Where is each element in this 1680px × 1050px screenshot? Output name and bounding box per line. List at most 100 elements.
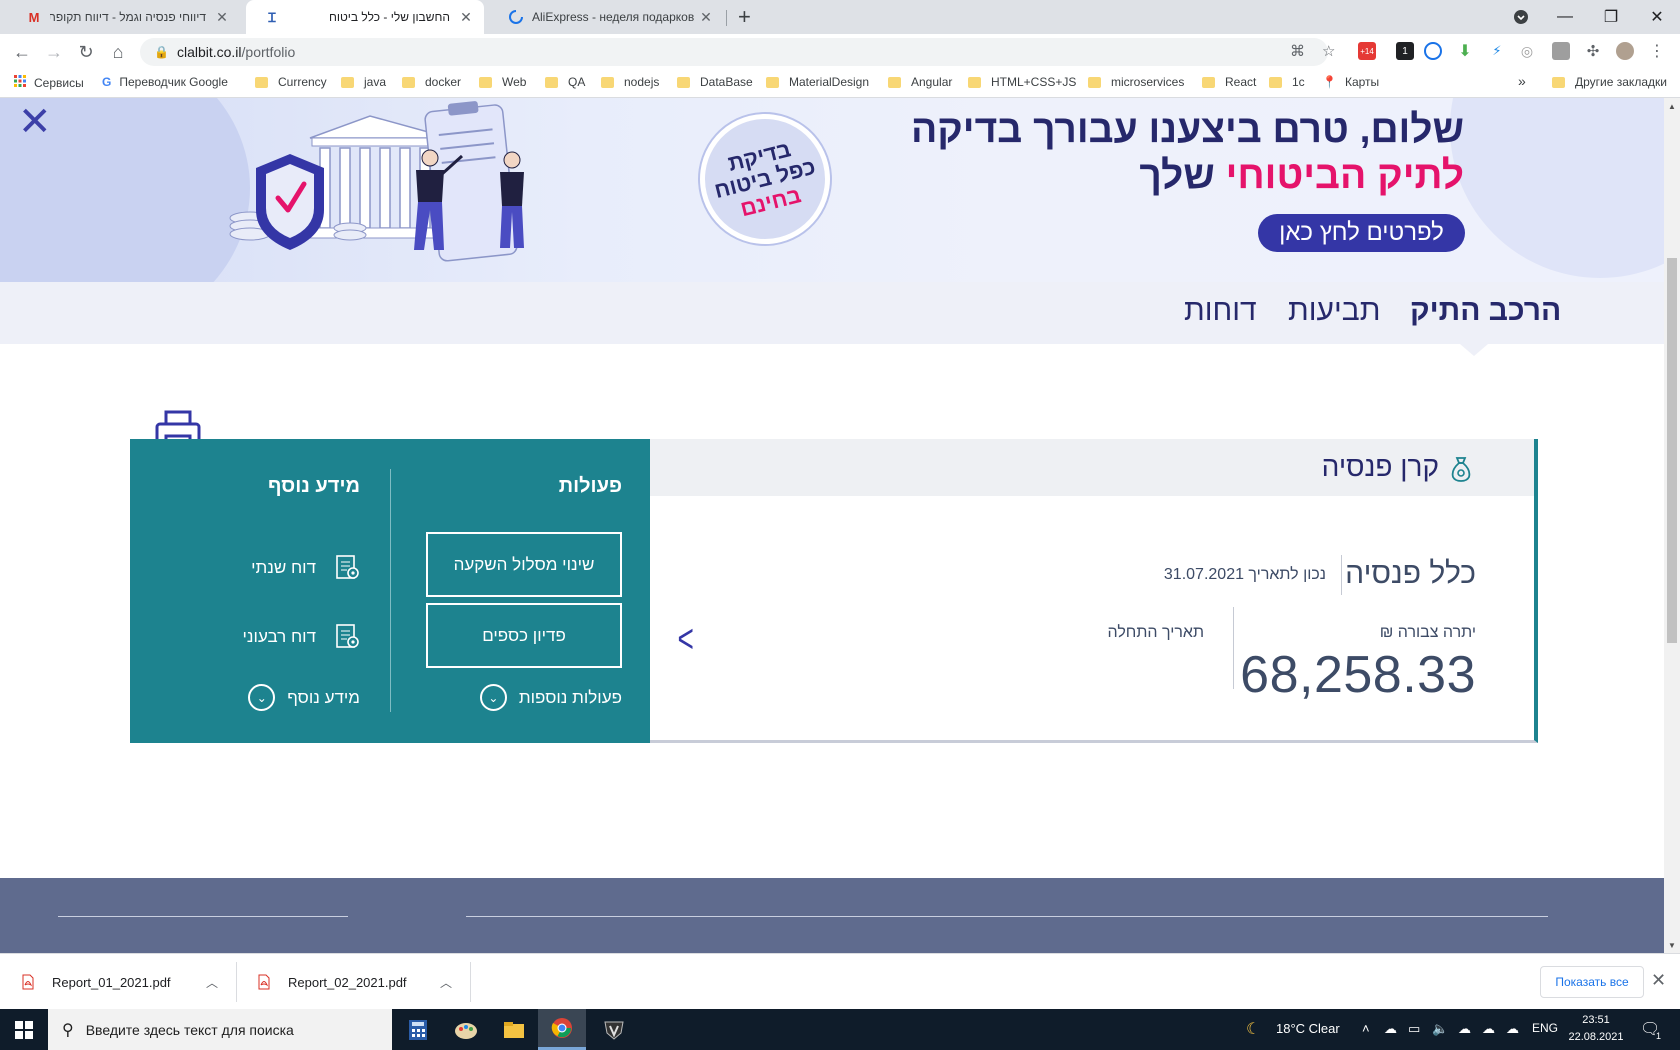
bookmark-label: docker (425, 75, 462, 89)
moon-weather-icon[interactable]: ☾ (1246, 1019, 1260, 1039)
more-actions-toggle[interactable]: פעולות נוספות ⌄ (479, 684, 622, 711)
bookmark-folder[interactable]: Web (479, 75, 526, 89)
tray-overflow-chevron-icon[interactable]: ˄ (1362, 1021, 1370, 1036)
balance-label: יתרה צבורה ₪ (1379, 624, 1476, 641)
new-tab-icon[interactable]: + (738, 4, 751, 30)
windows-start-icon[interactable] (0, 1009, 48, 1050)
quarterly-report-link[interactable]: דוח רבעוני (243, 624, 361, 650)
close-downloads-icon[interactable]: ✕ (1651, 970, 1666, 991)
extension-badge-icon[interactable]: +14 (1358, 42, 1376, 60)
tab-portfolio-composition[interactable]: הרכב התיק (1410, 294, 1561, 328)
tab-reports[interactable]: דוחות (1184, 294, 1257, 328)
extension-icon[interactable]: ◎ (1518, 42, 1536, 60)
file-explorer-icon[interactable] (490, 1009, 538, 1050)
address-bar[interactable]: 🔒 clalbit.co.il/portfolio (140, 38, 1328, 66)
bookmark-folder[interactable]: MaterialDesign (766, 75, 869, 89)
bookmark-folder[interactable]: React (1202, 75, 1256, 89)
translate-page-icon[interactable]: ⌘ (1290, 42, 1305, 60)
scrollbar-thumb[interactable] (1667, 258, 1677, 643)
scroll-up-icon[interactable]: ▲ (1668, 102, 1676, 111)
tab-search-icon[interactable] (1498, 0, 1544, 34)
extension-icon[interactable]: 1 (1396, 42, 1414, 60)
promo-banner[interactable]: ✕ בדיקת כפל ביטוח בחינם שלום, טרם ביצענו… (0, 98, 1664, 282)
extensions-puzzle-icon[interactable]: ✣ (1584, 42, 1602, 60)
back-icon[interactable]: ← (8, 38, 36, 66)
show-all-downloads-button[interactable]: Показать все (1540, 966, 1644, 998)
extension-icon[interactable] (1552, 42, 1570, 60)
chevron-left-icon[interactable]: < (678, 617, 694, 662)
calculator-app-icon[interactable] (394, 1009, 442, 1050)
extension-icon[interactable] (1424, 42, 1442, 60)
menu-icon[interactable]: ⋮ (1648, 42, 1666, 60)
bookmark-folder[interactable]: nodejs (601, 75, 659, 89)
annual-report-link[interactable]: דוח שנתי (251, 555, 360, 581)
input-language[interactable]: ENG (1532, 1021, 1558, 1035)
page-scrollbar[interactable]: ▲ ▼ (1664, 98, 1680, 953)
volume-icon[interactable]: 🔈 (1432, 1021, 1448, 1037)
pdf-file-icon (22, 974, 34, 990)
download-extension-icon[interactable]: ⬇ (1456, 42, 1474, 60)
more-actions-label: פעולות נוספות (518, 687, 622, 707)
restore-icon[interactable]: ❐ (1588, 0, 1634, 34)
game-app-icon[interactable] (590, 1009, 638, 1050)
taskbar-search-input[interactable]: ⚲ Введите здесь текст для поиска (48, 1009, 392, 1050)
tab-aliexpress[interactable]: AliExpress - неделя подарков ✕ (490, 0, 724, 34)
download-item[interactable]: Report_01_2021.pdf ︿ (0, 954, 234, 1010)
bookmark-services[interactable]: Сервисы (14, 75, 84, 90)
weather-text[interactable]: 18°C Clear (1276, 1021, 1340, 1036)
footer-rule (466, 916, 1548, 917)
forward-icon[interactable]: → (40, 38, 68, 66)
reload-icon[interactable]: ↻ (72, 38, 100, 66)
window-close-icon[interactable]: ✕ (1634, 0, 1680, 34)
other-bookmarks[interactable]: Другие закладки (1552, 75, 1667, 89)
profile-avatar[interactable] (1616, 42, 1634, 60)
withdraw-funds-button[interactable]: פדיון כספים (426, 603, 622, 668)
home-icon[interactable]: ⌂ (104, 38, 132, 66)
search-placeholder: Введите здесь текст для поиска (85, 1021, 294, 1038)
cloud-icon[interactable]: ☁ (1384, 1021, 1397, 1037)
download-item[interactable]: Report_02_2021.pdf ︿ (236, 954, 470, 1010)
close-tab-icon[interactable]: ✕ (456, 9, 476, 26)
close-tab-icon[interactable]: ✕ (696, 9, 716, 26)
onedrive-icon[interactable]: ☁ (1506, 1021, 1519, 1037)
onedrive-icon[interactable]: ☁ (1482, 1021, 1495, 1037)
chevron-up-icon[interactable]: ︿ (206, 974, 218, 991)
bookmark-folder[interactable]: QA (545, 75, 585, 89)
more-info-toggle[interactable]: מידע נוסף ⌄ (248, 684, 360, 711)
notification-count: 1 (1656, 1031, 1662, 1041)
tab-gmail[interactable]: M דיווחי פנסיה וגמל - דיווח תקופתי ✕ (8, 0, 240, 34)
minimize-icon[interactable]: — (1542, 0, 1588, 34)
chrome-app-icon[interactable] (538, 1009, 586, 1050)
download-separator (470, 962, 471, 1002)
bookmark-folder[interactable]: Currency (255, 75, 327, 89)
extension-badge-count: 1 (1402, 45, 1408, 57)
system-clock[interactable]: 23:51 22.08.2021 (1566, 1012, 1626, 1046)
bookmark-maps[interactable]: 📍 Карты (1322, 75, 1379, 89)
folder-icon (255, 76, 268, 88)
more-bookmarks-chevron-icon[interactable]: » (1518, 73, 1526, 89)
bookmark-folder[interactable]: 1c (1269, 75, 1305, 89)
banner-cta-button[interactable]: לפרטים לחץ כאן (1258, 214, 1465, 252)
tab-claims[interactable]: תביעות (1288, 294, 1380, 328)
paint-app-icon[interactable] (442, 1009, 490, 1050)
bookmark-folder[interactable]: Angular (888, 75, 952, 89)
close-banner-icon[interactable]: ✕ (18, 102, 52, 142)
clock-date: 22.08.2021 (1568, 1031, 1624, 1043)
bookmark-star-icon[interactable]: ☆ (1322, 42, 1335, 60)
bookmark-google-translate[interactable]: G Переводчик Google (102, 75, 228, 89)
bookmark-folder[interactable]: java (341, 75, 386, 89)
bookmark-label: java (364, 75, 387, 89)
close-tab-icon[interactable]: ✕ (212, 9, 232, 26)
bookmark-folder[interactable]: HTML+CSS+JS (968, 75, 1076, 89)
chevron-up-icon[interactable]: ︿ (440, 974, 452, 991)
bookmark-folder[interactable]: microservices (1088, 75, 1184, 89)
tab-clal[interactable]: Ɪ החשבון שלי - כלל ביטוח ✕ (246, 0, 484, 34)
change-investment-track-button[interactable]: שינוי מסלול השקעה (426, 532, 622, 597)
extension-icon[interactable]: ⚡ (1488, 42, 1506, 60)
bookmark-folder[interactable]: DataBase (677, 75, 753, 89)
scroll-down-icon[interactable]: ▼ (1668, 941, 1676, 950)
bookmark-folder[interactable]: docker (402, 75, 461, 89)
network-icon[interactable]: ▭ (1408, 1021, 1420, 1037)
onedrive-icon[interactable]: ☁ (1458, 1021, 1471, 1037)
money-bag-icon (1451, 457, 1471, 482)
